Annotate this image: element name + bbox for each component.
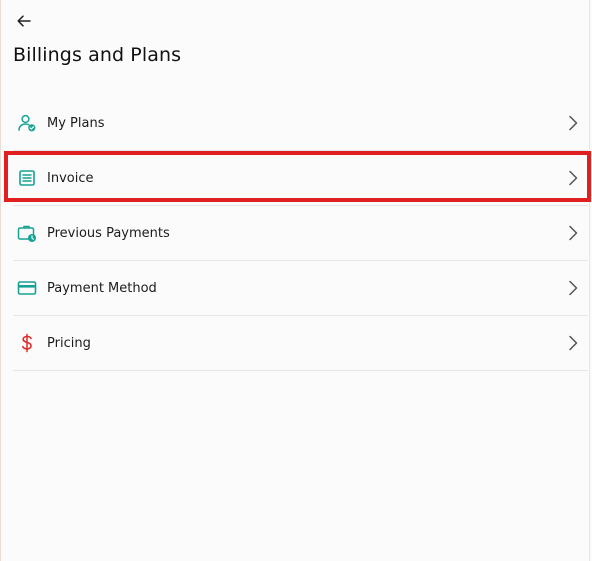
menu-item-invoice[interactable]: Invoice [13,151,588,206]
back-button[interactable] [13,10,35,32]
menu-item-my-plans[interactable]: My Plans [13,96,588,151]
chevron-right-icon [566,279,580,297]
chevron-right-icon [566,334,580,352]
billing-screen: Billings and Plans My Plans Invoice Prev… [0,0,591,561]
chevron-right-icon [566,169,580,187]
page-title: Billings and Plans [13,44,182,66]
menu-item-pricing[interactable]: Pricing [13,316,588,371]
user-check-icon [16,112,38,134]
menu-item-label: Pricing [47,335,91,351]
invoice-icon [16,167,38,189]
dollar-icon [16,332,38,354]
menu-item-label: Invoice [47,170,94,186]
credit-card-icon [16,277,38,299]
billing-menu: My Plans Invoice Previous Payments Payme… [4,96,591,371]
menu-item-label: Previous Payments [47,225,170,241]
menu-item-label: My Plans [47,115,105,131]
menu-item-payment-method[interactable]: Payment Method [13,261,588,316]
chevron-right-icon [566,224,580,242]
back-arrow-icon [17,15,31,27]
chevron-right-icon [566,114,580,132]
briefcase-clock-icon [16,222,38,244]
menu-item-previous-payments[interactable]: Previous Payments [13,206,588,261]
menu-item-label: Payment Method [47,280,157,296]
